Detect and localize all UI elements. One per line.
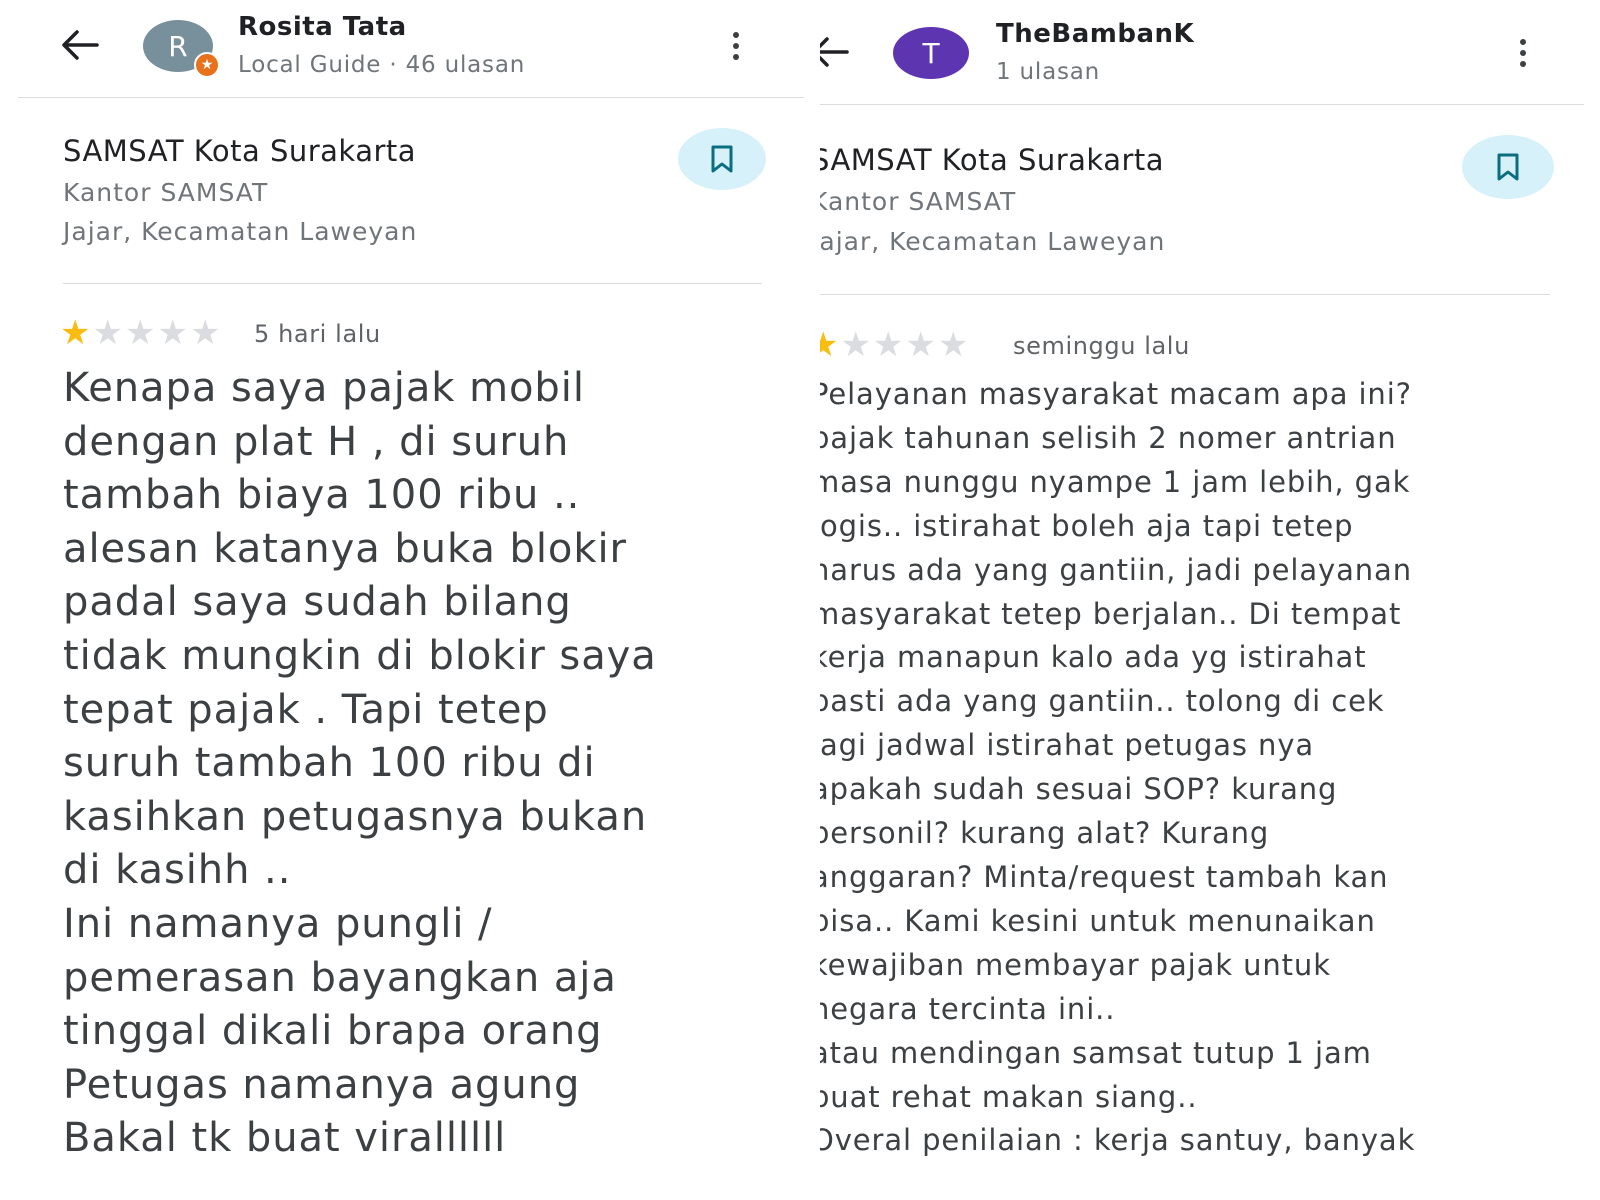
bookmark-icon	[711, 145, 733, 173]
back-button[interactable]	[60, 28, 100, 62]
save-button[interactable]	[1462, 135, 1554, 199]
save-button[interactable]	[678, 128, 766, 190]
avatar[interactable]: T	[893, 27, 969, 79]
place-category: Kantor SAMSAT	[63, 178, 269, 207]
star-icon: ★	[92, 313, 125, 353]
reviewer-subtitle: Local Guide · 46 ulasan	[238, 52, 526, 78]
avatar-initial: T	[922, 36, 940, 70]
place-name[interactable]: SAMSAT Kota Surakarta	[820, 143, 1164, 177]
star-icon: ★	[937, 325, 971, 365]
local-guide-star-icon: ★	[200, 57, 214, 73]
more-vert-dot	[733, 43, 739, 49]
rating-stars: ★ ★ ★ ★ ★	[60, 316, 222, 350]
review-date: 5 hari lalu	[254, 320, 381, 348]
more-vert-icon	[1520, 39, 1526, 45]
header-divider	[820, 104, 1584, 105]
header-divider	[18, 97, 804, 98]
review-panel-left: R ★ Rosita Tata Local Guide · 46 ulasan …	[0, 0, 820, 1200]
star-icon: ★	[820, 325, 841, 365]
place-address: Jajar, Kecamatan Laweyan	[63, 217, 418, 246]
reviewer-subtitle: 1 ulasan	[996, 59, 1101, 85]
star-icon: ★	[905, 325, 938, 365]
review-text: Pelayanan masyarakat macam apa ini? paja…	[820, 377, 1416, 1158]
reviewer-name[interactable]: TheBambanK	[996, 19, 1194, 49]
place-category: Kantor SAMSAT	[820, 187, 1017, 216]
more-vert-dot	[1520, 61, 1526, 67]
review-date: seminggu lalu	[1013, 332, 1190, 360]
arrow-left-icon	[62, 30, 99, 60]
local-guide-badge: ★	[194, 52, 220, 78]
place-divider	[820, 294, 1550, 295]
avatar-initial: R	[168, 29, 188, 63]
more-options-button[interactable]	[721, 26, 751, 66]
back-button[interactable]	[820, 35, 850, 69]
bookmark-icon	[1497, 153, 1519, 181]
star-icon: ★	[872, 325, 906, 365]
review-text: Kenapa saya pajak mobil dengan plat H , …	[63, 365, 657, 1162]
more-vert-dot	[733, 54, 739, 60]
star-icon: ★	[840, 325, 873, 365]
more-vert-dot	[1520, 50, 1526, 56]
reviewer-name[interactable]: Rosita Tata	[238, 12, 407, 42]
rating-stars: ★ ★ ★ ★ ★	[820, 328, 970, 362]
more-options-button[interactable]	[1508, 33, 1538, 73]
star-icon: ★	[189, 313, 223, 353]
arrow-left-icon	[820, 37, 849, 67]
place-divider	[63, 283, 762, 284]
review-panel-right: T TheBambanK 1 ulasan SAMSAT Kota Suraka…	[820, 0, 1600, 1200]
place-name[interactable]: SAMSAT Kota Surakarta	[63, 134, 416, 168]
more-vert-icon	[733, 32, 739, 38]
star-icon: ★	[124, 313, 158, 353]
star-icon: ★	[157, 313, 190, 353]
place-address: Jajar, Kecamatan Laweyan	[820, 227, 1166, 256]
star-icon: ★	[60, 313, 93, 353]
